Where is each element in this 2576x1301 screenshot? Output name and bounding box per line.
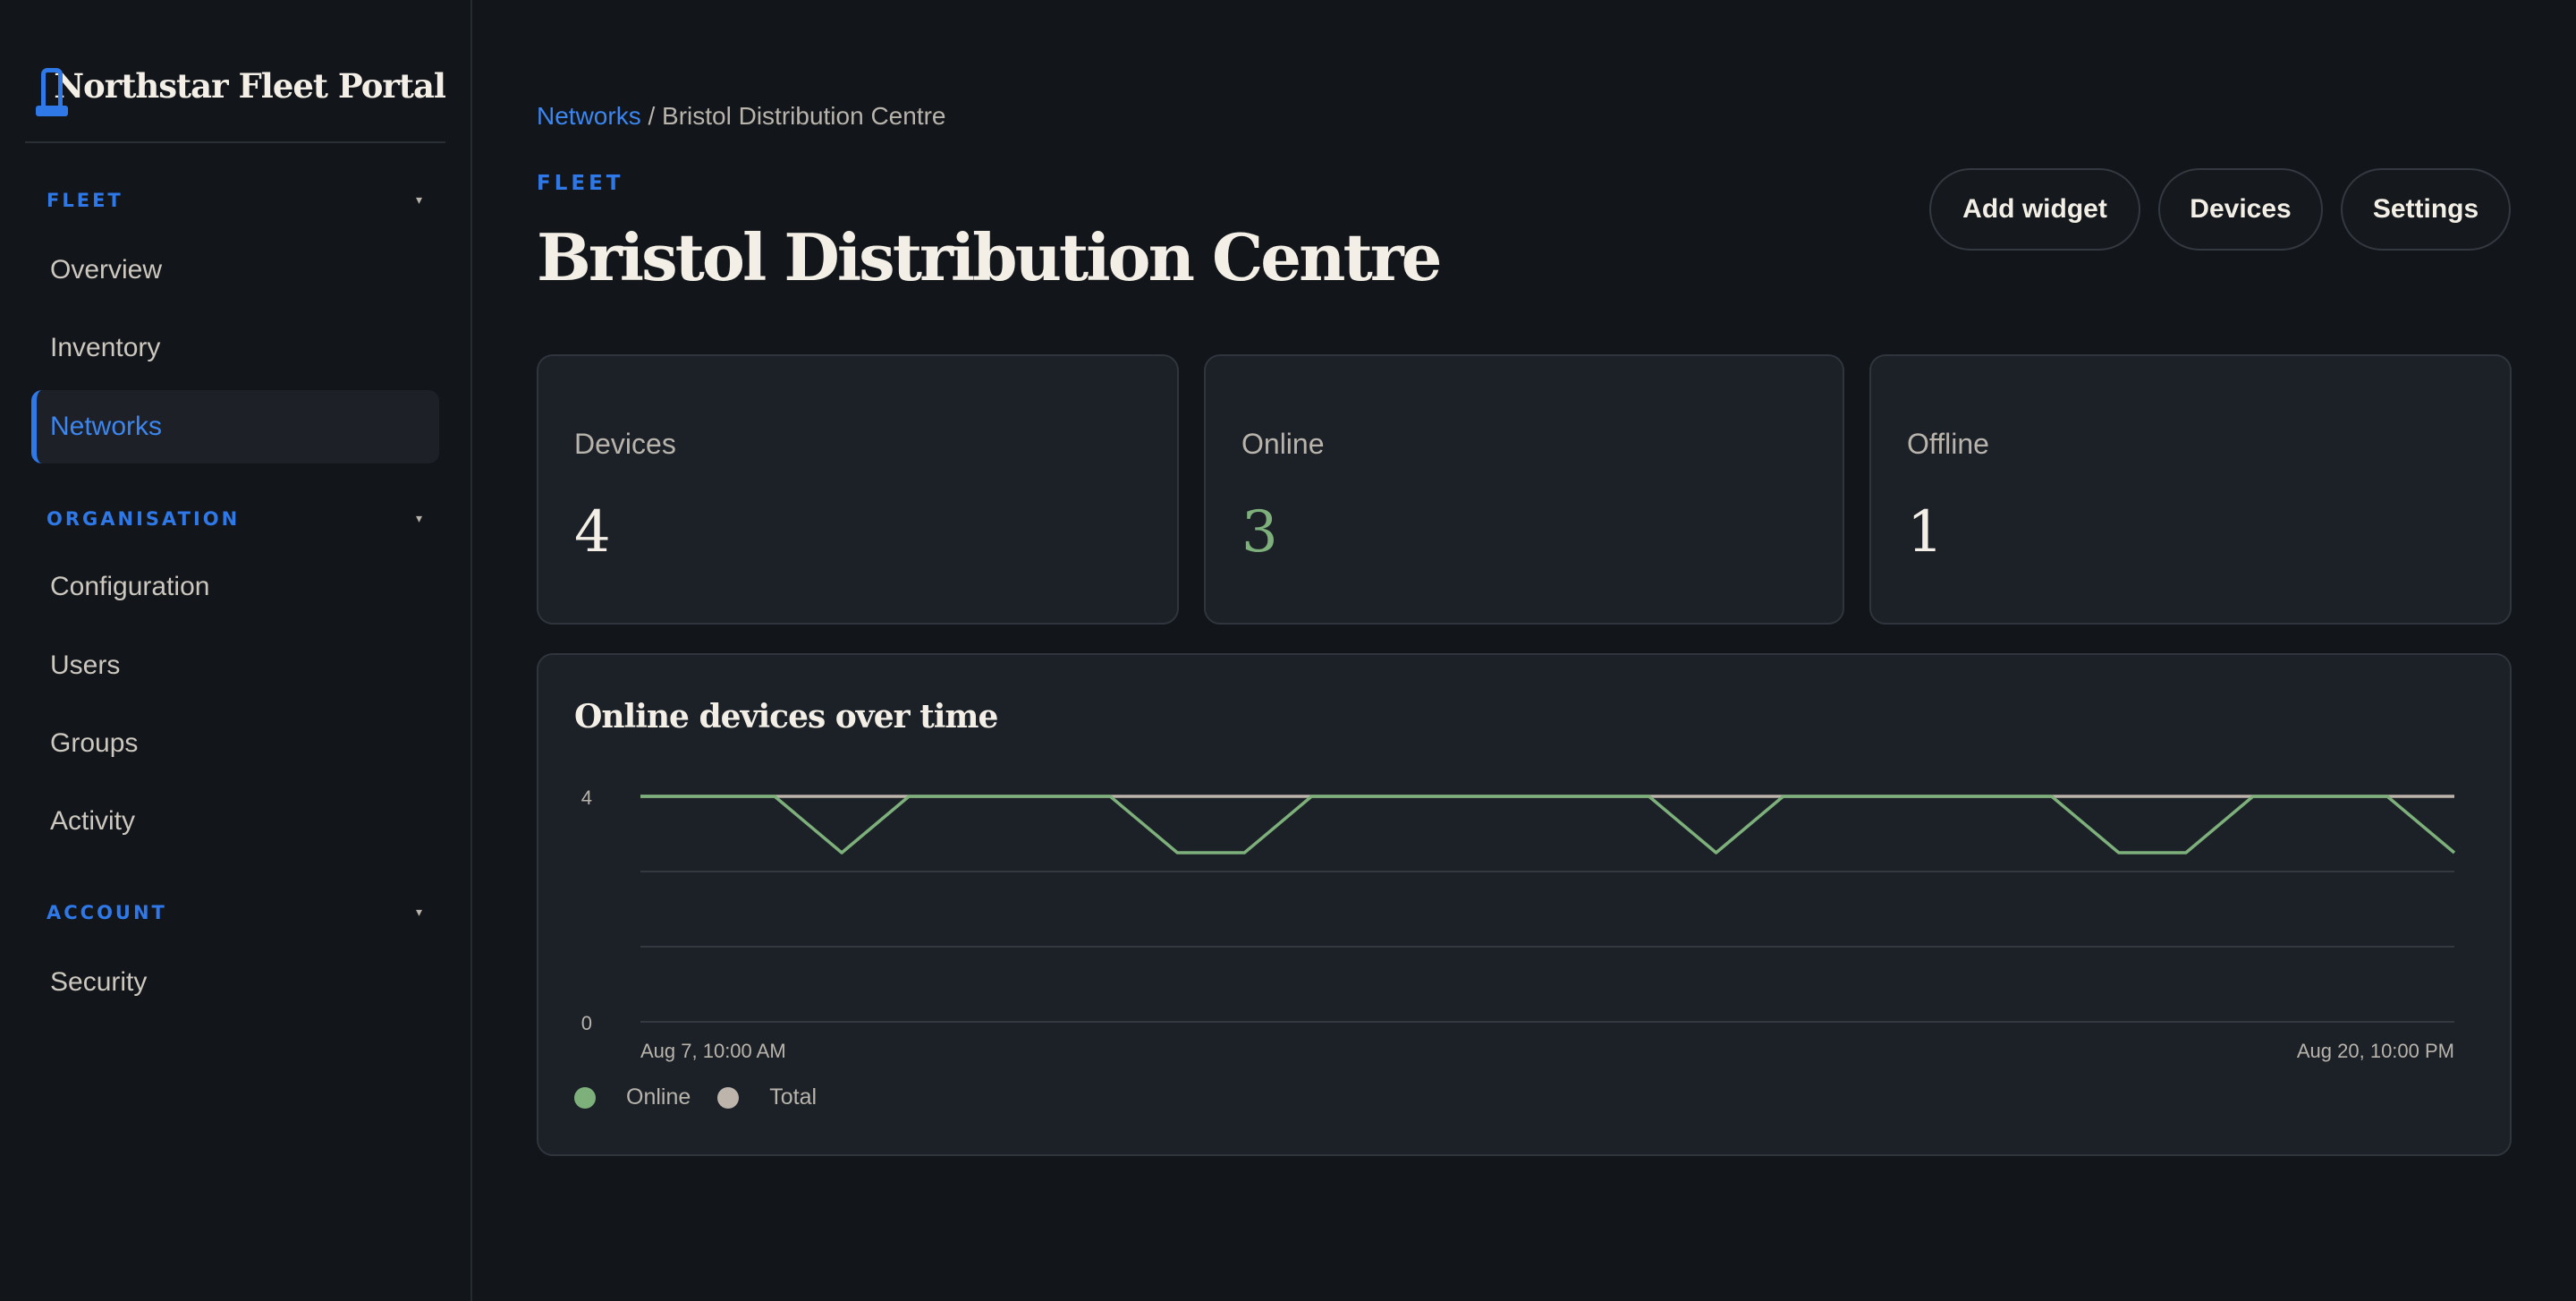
legend-swatch-total	[717, 1086, 740, 1109]
add-widget-button[interactable]: Add widget	[1929, 168, 2140, 251]
online-devices-chart: 0 4 Aug 7, 10:00 AM Aug 20, 10:00 PM	[581, 787, 2456, 1062]
sidebar-item-configuration[interactable]: Configuration	[50, 567, 209, 607]
breadcrumb-link-networks[interactable]: Networks	[537, 102, 641, 130]
chart-card: Online devices over time 0 4 Aug 7, 10:00 …	[537, 653, 2512, 1156]
sidebar-item-inventory[interactable]: Inventory	[50, 328, 160, 368]
legend-label-total: Total	[769, 1084, 818, 1110]
stat-card-online: Online 3	[1204, 354, 1844, 625]
sidebar-item-activity[interactable]: Activity	[50, 802, 135, 841]
sidebar-item-networks-label[interactable]: Networks	[50, 407, 162, 446]
breadcrumb: Networks / Bristol Distribution Centre	[537, 102, 946, 131]
chevron-down-icon: ▾	[415, 906, 422, 920]
nav-section-label: ACCOUNT	[47, 902, 167, 923]
series-line-online	[640, 795, 2456, 855]
devices-button[interactable]: Devices	[2158, 168, 2323, 251]
x-tick-label: Aug 7, 10:00 AM	[640, 1040, 786, 1062]
stat-label: Devices	[574, 428, 676, 460]
nav-section-label: FLEET	[47, 190, 123, 211]
tower-icon	[34, 68, 68, 118]
legend-label-online: Online	[626, 1084, 691, 1110]
y-tick-label: 0	[581, 1012, 592, 1034]
sidebar-item-groups[interactable]: Groups	[50, 724, 138, 763]
page-title: Bristol Distribution Centre	[537, 219, 1442, 295]
page-eyebrow: FLEET	[537, 172, 624, 195]
nav-section-label: ORGANISATION	[47, 508, 241, 530]
stat-label: Online	[1241, 428, 1325, 460]
legend-swatch-online	[574, 1086, 596, 1109]
header-actions: Add widget Devices Settings	[1929, 168, 2511, 251]
breadcrumb-separator: /	[640, 102, 663, 130]
sidebar-item-security[interactable]: Security	[50, 963, 147, 1002]
nav-section-organisation[interactable]: ORGANISATION ▾	[47, 504, 422, 534]
y-tick-label: 4	[581, 787, 592, 809]
stat-label: Offline	[1907, 428, 1989, 460]
x-tick-label: Aug 20, 10:00 PM	[2297, 1040, 2454, 1062]
chart-legend: Online Total	[574, 1084, 843, 1110]
stat-card-devices: Devices 4	[537, 354, 1179, 625]
breadcrumb-current: Bristol Distribution Centre	[662, 102, 946, 130]
settings-button[interactable]: Settings	[2341, 168, 2511, 251]
nav-section-fleet[interactable]: FLEET ▾	[47, 185, 422, 216]
stat-card-offline: Offline 1	[1869, 354, 2512, 625]
sidebar-item-users[interactable]: Users	[50, 646, 120, 685]
chevron-down-icon: ▾	[415, 512, 422, 526]
sidebar-item-overview[interactable]: Overview	[50, 251, 162, 290]
brand[interactable]: Northstar Fleet Portal	[25, 54, 446, 143]
stat-value: 3	[1241, 499, 1278, 565]
app-title: Northstar Fleet Portal	[54, 66, 446, 106]
stat-value: 1	[1907, 499, 1944, 565]
stat-value: 4	[574, 499, 611, 565]
chevron-down-icon: ▾	[415, 193, 422, 208]
sidebar: Northstar Fleet Portal FLEET ▾ Overview …	[0, 0, 472, 1301]
nav-section-account[interactable]: ACCOUNT ▾	[47, 897, 422, 928]
